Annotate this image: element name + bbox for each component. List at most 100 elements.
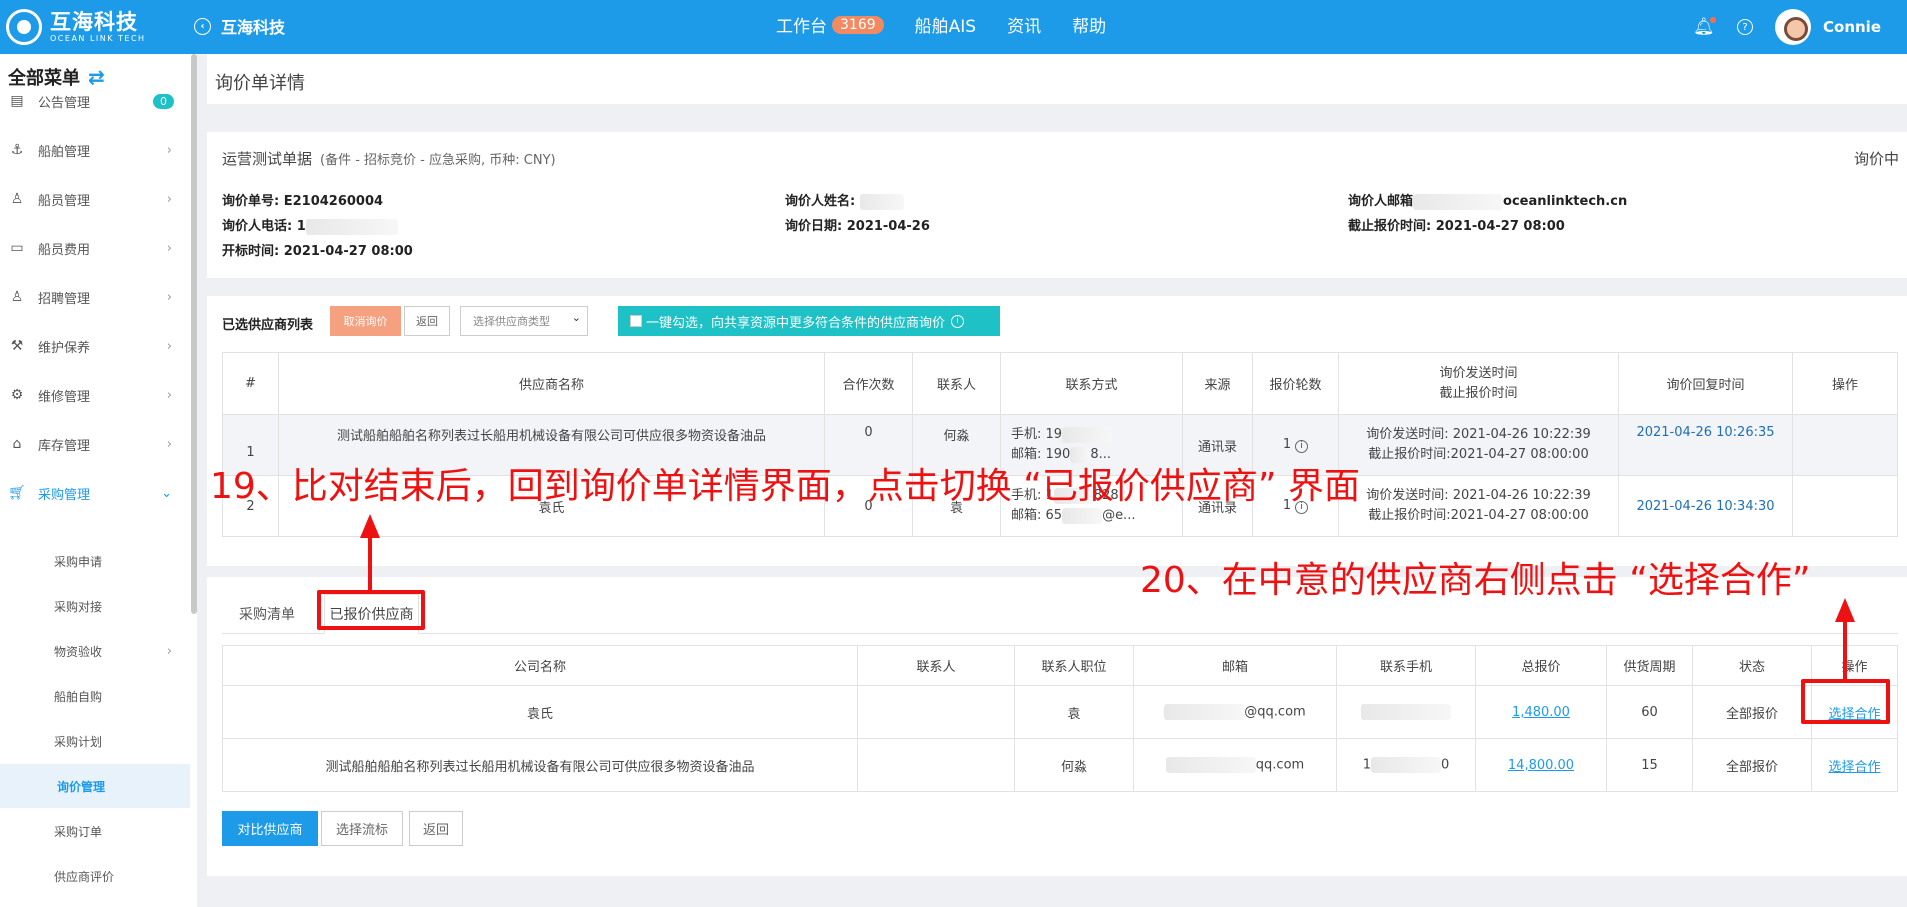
top-bar: 互海科技 OCEAN LINK TECH ‹ 互海科技 工作台 3169 船舶A… <box>0 0 1907 54</box>
sidebar-sub-item-acceptance[interactable]: 物资验收 › <box>0 629 190 673</box>
logo-title: 互海科技 <box>50 10 138 34</box>
column-header: 询价发送时间 <box>1439 365 1518 381</box>
logo-subtitle: OCEAN LINK TECH <box>50 34 146 43</box>
column-header: 邮箱 <box>1133 645 1337 686</box>
wallet-icon: ▭ <box>10 240 24 256</box>
bell-icon[interactable]: 🔔︎ <box>1693 17 1716 37</box>
annotation-step-19: 19、比对结束后，回到询价单详情界面，点击切换 “已报价供应商” 界面 <box>210 466 1360 507</box>
sidebar-item-label: 采购管理 <box>38 487 91 503</box>
sidebar-item-crew-cost[interactable]: ▭ 船员费用 › <box>0 228 190 268</box>
action-cell: 选择合作 <box>1811 738 1898 792</box>
back-button[interactable]: 返回 <box>404 306 450 336</box>
sidebar-item-notice[interactable]: ▤ 公告管理 0 <box>0 81 190 121</box>
sidebar-scrollbar[interactable] <box>191 54 197 614</box>
column-header: 操作 <box>1792 352 1898 415</box>
info-icon: i <box>951 314 965 328</box>
phone: 10 <box>1336 738 1476 792</box>
one-click-select-label: 一键勾选，向共享资源中更多符合条件的供应商询价 <box>646 315 946 331</box>
inquirer-phone-text: 询价人电话: 1 <box>222 219 306 234</box>
inquirer-name-text: 询价人姓名: <box>785 194 856 209</box>
sidebar-item-crew[interactable]: ♙ 船员管理 › <box>0 179 190 219</box>
sidebar-sub-item[interactable]: 采购对接 <box>0 584 190 628</box>
send-deadline-time: 询价发送时间: 2021-04-26 10:22:39 截止报价时间:2021-0… <box>1338 414 1619 476</box>
sidebar-item-label: 公告管理 <box>38 95 91 111</box>
arrow-left-icon: ‹ <box>194 17 211 35</box>
email: qq.com <box>1133 738 1337 792</box>
total-quote: 14,800.00 <box>1475 738 1607 792</box>
user-name[interactable]: Connie <box>1823 18 1881 36</box>
chevron-right-icon: › <box>166 387 172 403</box>
column-header: 联系方式 <box>1000 352 1183 415</box>
inquiry-status: 询价中 <box>1853 150 1899 168</box>
supplier-type-select[interactable]: 选择供应商类型 <box>460 306 588 336</box>
one-click-select-button[interactable]: 一键勾选，向共享资源中更多符合条件的供应商询价 i <box>618 306 1000 336</box>
compare-suppliers-button[interactable]: 对比供应商 <box>222 811 318 846</box>
quote-status: 全部报价 <box>1692 685 1812 739</box>
chevron-right-icon: › <box>166 142 172 158</box>
tab-purchase-list[interactable]: 采购清单 <box>222 594 312 634</box>
sidebar-item-repair[interactable]: ⚙︎ 维修管理 › <box>0 375 190 415</box>
phone-tail: 0 <box>1441 757 1450 773</box>
sidebar-sub-item[interactable]: 采购计划 <box>0 719 190 763</box>
chevron-right-icon: › <box>166 289 172 305</box>
supply-cycle: 60 <box>1606 685 1693 739</box>
inquirer-name: 询价人姓名: <box>785 190 904 210</box>
action-cell <box>1792 475 1898 537</box>
top-nav: 工作台 3169 船舶AIS 资讯 帮助 <box>776 12 1137 37</box>
nav-ship-ais[interactable]: 船舶AIS <box>915 12 976 37</box>
sidebar-item-recruit[interactable]: ♙ 招聘管理 › <box>0 277 190 317</box>
info-icon[interactable]: i <box>1295 439 1309 453</box>
home-icon: ⌂ <box>12 436 22 452</box>
select-cooperation-link[interactable]: 选择合作 <box>1828 760 1880 775</box>
selected-suppliers-panel: 已选供应商列表 取消询价 返回 选择供应商类型 一键勾选，向共享资源中更多符合条… <box>207 296 1907 566</box>
help-icon[interactable]: ? <box>1737 19 1753 35</box>
phone-text: 手机: 19 <box>1011 427 1063 442</box>
nav-workbench[interactable]: 工作台 3169 <box>776 12 884 37</box>
quoted-suppliers-panel: 采购清单 已报价供应商 公司名称 联系人 联系人职位 邮箱 联系手机 总报价 供… <box>207 577 1907 876</box>
sidebar-sub-item[interactable]: 供应商评价 <box>0 854 190 898</box>
chevron-right-icon: › <box>166 643 172 659</box>
sidebar-sub-item[interactable]: 船舶自购 <box>0 674 190 718</box>
annotation-arrow <box>1843 616 1847 679</box>
column-header: 供货周期 <box>1606 645 1693 686</box>
sidebar-item-maintenance[interactable]: ⚒︎ 维护保养 › <box>0 326 190 366</box>
redacted-block <box>1371 757 1441 773</box>
select-flow-bid-button[interactable]: 选择流标 <box>321 811 403 846</box>
anchor-icon: ⚓︎ <box>10 142 24 158</box>
sidebar-sub-item-inquiry[interactable]: 询价管理 <box>0 764 190 808</box>
sidebar-item-label: 维修管理 <box>38 389 91 405</box>
total-quote-link[interactable]: 14,800.00 <box>1508 758 1574 773</box>
cart-icon: 🛒︎ <box>8 485 26 501</box>
sidebar-sub-item[interactable]: 采购订单 <box>0 809 190 853</box>
avatar[interactable] <box>1775 9 1811 45</box>
sidebar-sub-item[interactable]: 采购申请 <box>0 539 190 583</box>
column-header: 供应商名称 <box>278 352 825 415</box>
redacted-block <box>1413 193 1504 210</box>
total-quote-link[interactable]: 1,480.00 <box>1512 705 1570 720</box>
back-button[interactable]: 返回 <box>409 811 463 846</box>
highlight-box-quoted-tab <box>317 590 425 630</box>
total-quote: 1,480.00 <box>1475 685 1607 739</box>
sidebar-item-inventory[interactable]: ⌂ 库存管理 › <box>0 424 190 464</box>
inquiry-subtitle: (备件 - 招标竞价 - 应急采购, 币种: CNY) <box>320 153 556 168</box>
redacted-block <box>1165 757 1256 773</box>
send-deadline-time: 询价发送时间: 2021-04-26 10:22:39 截止报价时间:2021-0… <box>1338 475 1619 537</box>
company-name: 测试船舶船舶名称列表过长船用机械设备有限公司可供应很多物资设备油品 <box>222 738 858 792</box>
email-text: 邮箱: 65 <box>1011 508 1063 523</box>
column-header: 合作次数 <box>824 352 913 415</box>
checkbox[interactable] <box>630 315 642 327</box>
sidebar-item-label: 船员管理 <box>38 193 91 209</box>
column-header: 报价轮数 <box>1252 352 1339 415</box>
nav-help[interactable]: 帮助 <box>1072 12 1106 37</box>
cancel-inquiry-button[interactable]: 取消询价 <box>330 306 401 336</box>
chevron-right-icon: › <box>166 191 172 207</box>
sidebar-item-ship[interactable]: ⚓︎ 船舶管理 › <box>0 130 190 170</box>
logo[interactable]: 互海科技 OCEAN LINK TECH <box>6 6 146 48</box>
back-home-link[interactable]: ‹ 互海科技 <box>194 14 285 38</box>
column-header: 截止报价时间 <box>1439 385 1518 401</box>
sidebar-item-purchase[interactable]: 🛒︎ 采购管理 ⌄ <box>0 473 190 513</box>
quoted-supplier-table: 公司名称 联系人 联系人职位 邮箱 联系手机 总报价 供货周期 状态 操作 袁氏… <box>222 645 1898 792</box>
annotation-step-20: 20、在中意的供应商右侧点击 “选择合作” <box>1140 560 1811 601</box>
sidebar-item-label: 维护保养 <box>38 340 91 356</box>
nav-news[interactable]: 资讯 <box>1007 12 1041 37</box>
